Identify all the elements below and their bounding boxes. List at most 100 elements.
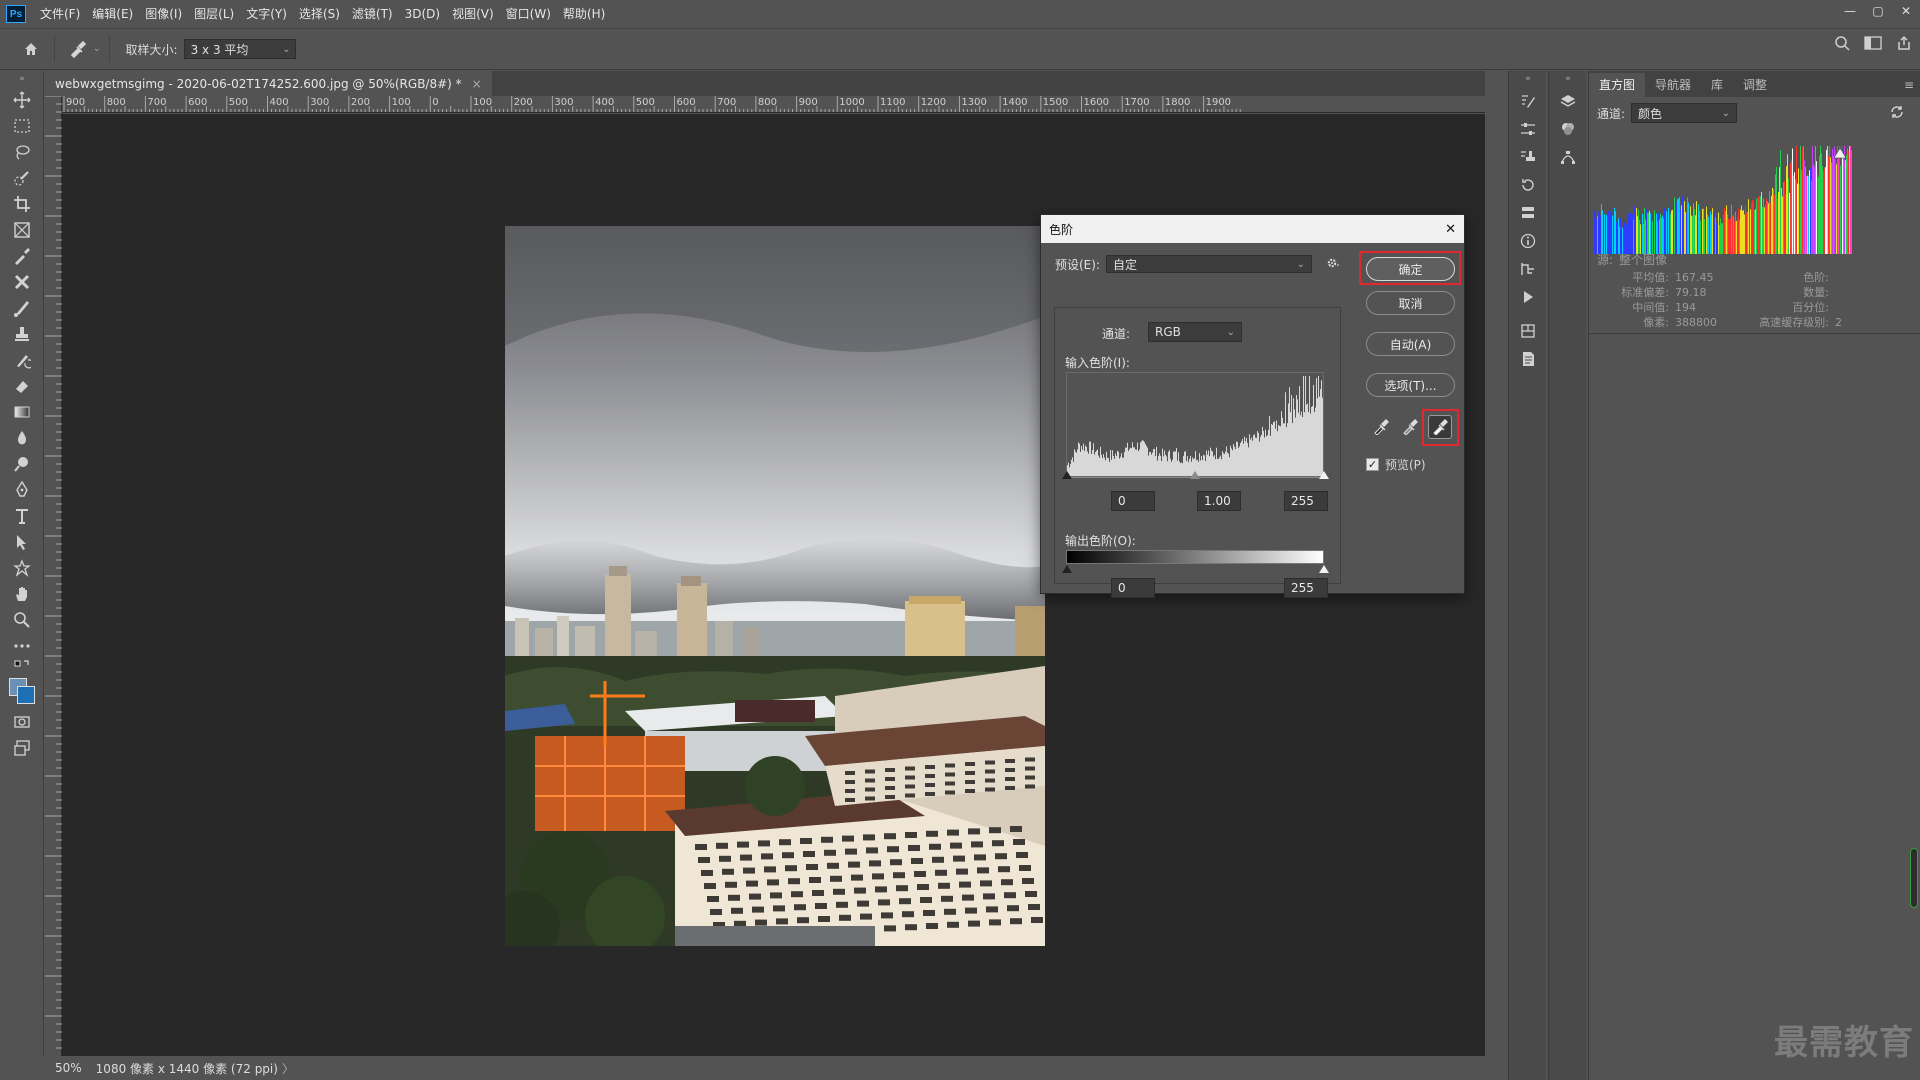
menu-help[interactable]: 帮助(H): [557, 0, 611, 28]
menu-filter[interactable]: 滤镜(T): [346, 0, 399, 28]
channels-icon[interactable]: [1549, 115, 1587, 143]
layers-icon[interactable]: [1549, 87, 1587, 115]
preset-select[interactable]: 自定 ⌄: [1106, 255, 1312, 273]
collapse-panels-icon[interactable]: «: [1549, 71, 1587, 87]
document-image[interactable]: [505, 226, 1045, 946]
black-point-eyedropper-icon[interactable]: [1369, 415, 1393, 439]
auto-button[interactable]: 自动(A): [1366, 332, 1455, 356]
channel-select[interactable]: RGB ⌄: [1148, 322, 1242, 342]
share-icon[interactable]: [1896, 35, 1912, 54]
menu-3d[interactable]: 3D(D): [399, 0, 446, 28]
crop-tool-icon[interactable]: [0, 191, 44, 217]
close-dialog-button[interactable]: ✕: [1445, 222, 1456, 237]
move-tool-icon[interactable]: [0, 87, 44, 113]
source-value[interactable]: 整个图像: [1619, 251, 1667, 268]
tab-adjustments[interactable]: 调整: [1733, 73, 1777, 97]
zoom-tool-icon[interactable]: [0, 607, 44, 633]
screen-mode-icon[interactable]: [0, 735, 44, 761]
pen-tool-icon[interactable]: [0, 477, 44, 503]
timeline-icon[interactable]: [1509, 255, 1547, 283]
marquee-tool-icon[interactable]: [0, 113, 44, 139]
background-color-swatch[interactable]: [17, 686, 35, 704]
color-swatches[interactable]: [0, 675, 44, 709]
notes-icon[interactable]: [1509, 345, 1547, 373]
swap-colors-icon[interactable]: [0, 659, 44, 675]
home-icon[interactable]: [16, 34, 46, 64]
play-icon[interactable]: [1509, 283, 1547, 311]
preset-options-gear-icon[interactable]: [1326, 256, 1340, 273]
tab-libraries[interactable]: 库: [1701, 73, 1733, 97]
collapse-toolbar-icon[interactable]: »: [0, 71, 44, 87]
refresh-icon[interactable]: [1890, 105, 1904, 122]
menu-file[interactable]: 文件(F): [34, 0, 86, 28]
info-icon[interactable]: [1509, 227, 1547, 255]
cancel-button[interactable]: 取消: [1366, 291, 1455, 315]
clone-stamp-tool-icon[interactable]: [0, 321, 44, 347]
input-gamma-slider[interactable]: [1190, 471, 1200, 479]
input-black-slider[interactable]: [1062, 471, 1072, 479]
output-black-field[interactable]: 0: [1111, 578, 1155, 598]
menu-view[interactable]: 视图(V): [446, 0, 500, 28]
collapse-panels-icon[interactable]: «: [1509, 71, 1547, 87]
doc-info-menu-arrow-icon[interactable]: 〉: [282, 1060, 294, 1077]
preview-checkbox[interactable]: ✓: [1366, 458, 1379, 471]
tab-histogram[interactable]: 直方图: [1589, 73, 1646, 97]
actions-icon[interactable]: [1509, 199, 1547, 227]
type-tool-icon[interactable]: [0, 503, 44, 529]
clone-source-icon[interactable]: [1509, 143, 1547, 171]
eyedropper-tool-icon[interactable]: [0, 243, 44, 269]
brush-settings-icon[interactable]: [1509, 87, 1547, 115]
paths-icon[interactable]: [1549, 143, 1587, 171]
workspace-icon[interactable]: [1864, 35, 1882, 54]
document-tab[interactable]: webwxgetmsgimg - 2020-06-02T174252.600.j…: [45, 71, 492, 96]
close-window-button[interactable]: ✕: [1892, 0, 1920, 22]
input-gamma-field[interactable]: 1.00: [1197, 491, 1241, 511]
properties-icon[interactable]: [1509, 115, 1547, 143]
gray-point-eyedropper-icon[interactable]: [1398, 415, 1422, 439]
restore-button[interactable]: ▢: [1864, 0, 1892, 22]
search-icon[interactable]: [1834, 35, 1850, 54]
custom-shape-tool-icon[interactable]: [0, 555, 44, 581]
chevron-down-icon: ⌄: [1721, 107, 1731, 119]
menu-window[interactable]: 窗口(W): [500, 0, 557, 28]
brush-tool-icon[interactable]: [0, 295, 44, 321]
tab-navigator[interactable]: 导航器: [1645, 73, 1701, 97]
minimize-button[interactable]: —: [1836, 0, 1864, 22]
output-white-slider[interactable]: [1319, 565, 1329, 573]
output-black-slider[interactable]: [1062, 565, 1072, 573]
blur-tool-icon[interactable]: [0, 425, 44, 451]
healing-brush-tool-icon[interactable]: [0, 269, 44, 295]
frame-tool-icon[interactable]: [0, 217, 44, 243]
history-brush-tool-icon[interactable]: [0, 347, 44, 373]
menu-layer[interactable]: 图层(L): [188, 0, 240, 28]
menu-type[interactable]: 文字(Y): [240, 0, 293, 28]
paragraph-styles-icon[interactable]: [1509, 317, 1547, 345]
dodge-tool-icon[interactable]: [0, 451, 44, 477]
close-tab-icon[interactable]: ×: [472, 77, 482, 91]
input-white-field[interactable]: 255: [1284, 491, 1328, 511]
panel-menu-icon[interactable]: ≡: [1898, 73, 1920, 97]
quick-selection-tool-icon[interactable]: [0, 165, 44, 191]
histogram-channel-select[interactable]: 颜色 ⌄: [1631, 103, 1738, 123]
eraser-tool-icon[interactable]: [0, 373, 44, 399]
gradient-tool-icon[interactable]: [0, 399, 44, 425]
menu-image[interactable]: 图像(I): [139, 0, 188, 28]
input-white-slider[interactable]: [1319, 471, 1329, 479]
more-tools-icon[interactable]: [0, 633, 44, 659]
quick-mask-icon[interactable]: [0, 709, 44, 735]
eyedropper-tool-preset-icon[interactable]: [63, 34, 93, 64]
dialog-title-bar[interactable]: 色阶 ✕: [1041, 215, 1464, 243]
scroll-indicator[interactable]: [1910, 848, 1918, 908]
path-selection-tool-icon[interactable]: [0, 529, 44, 555]
history-icon[interactable]: [1509, 171, 1547, 199]
hand-tool-icon[interactable]: [0, 581, 44, 607]
output-white-field[interactable]: 255: [1284, 578, 1328, 598]
zoom-level[interactable]: 50%: [55, 1061, 82, 1075]
sample-size-select[interactable]: 3 x 3 平均 ⌄: [183, 39, 296, 59]
options-button[interactable]: 选项(T)...: [1366, 373, 1455, 397]
chevron-down-icon[interactable]: ⌄: [93, 44, 101, 54]
input-black-field[interactable]: 0: [1111, 491, 1155, 511]
menu-edit[interactable]: 编辑(E): [86, 0, 139, 28]
lasso-tool-icon[interactable]: [0, 139, 44, 165]
menu-select[interactable]: 选择(S): [293, 0, 346, 28]
